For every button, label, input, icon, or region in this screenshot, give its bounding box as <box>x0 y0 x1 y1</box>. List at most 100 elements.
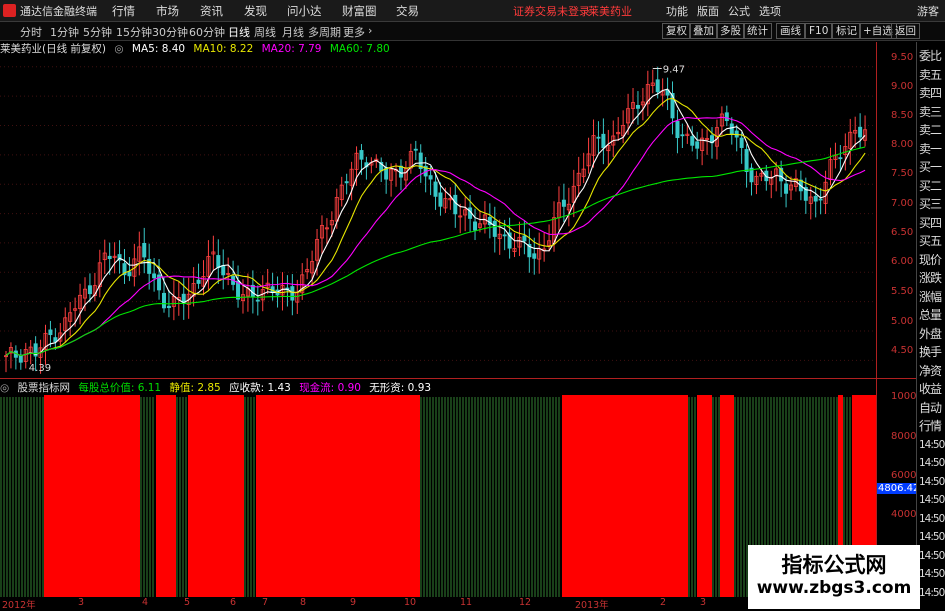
side-panel-label: 买一 <box>919 160 942 174</box>
date-tick: 5 <box>184 597 191 608</box>
candle <box>107 255 112 260</box>
adjust-button[interactable]: 复权 <box>662 23 691 39</box>
date-tick: 6 <box>230 597 237 608</box>
candle <box>838 157 843 160</box>
price-tick: 8.00 <box>891 139 914 150</box>
tab-more[interactable]: 更多 <box>343 24 365 40</box>
date-tick: 3 <box>78 597 85 608</box>
side-panel-label: 卖三 <box>919 104 942 119</box>
statistics-button[interactable]: 统计 <box>743 23 772 39</box>
price-info-line: 莱美药业(日线 前复权) ◎ MA5: 8.40 MA10: 8.22 MA20… <box>0 41 395 55</box>
date-tick: 3 <box>700 597 707 608</box>
candle <box>813 195 818 202</box>
candle <box>166 305 171 309</box>
login-status[interactable]: 证券交易未登录 <box>513 3 590 19</box>
menu-item[interactable]: 问小达 <box>287 3 322 19</box>
side-panel-label: 委比 <box>919 49 942 63</box>
candle <box>522 235 527 242</box>
ma20-line <box>5 116 866 357</box>
date-tick: 2 <box>660 597 667 608</box>
price-tick: 5.50 <box>891 286 914 297</box>
menu-item-formula[interactable]: 公式 <box>728 3 750 19</box>
date-tick: 7 <box>262 597 269 608</box>
candle <box>601 133 606 149</box>
candle <box>413 148 418 151</box>
settings-gear-icon[interactable]: ◎ <box>114 43 123 55</box>
candle <box>724 112 729 122</box>
side-panel-label: 14:50 <box>919 475 945 488</box>
back-button[interactable]: 返回 <box>891 23 920 39</box>
candle <box>532 253 537 259</box>
menu-item[interactable]: 行情 <box>112 3 135 19</box>
menu-item[interactable]: 财富圈 <box>342 3 377 19</box>
tab-period[interactable]: 1分钟 <box>50 24 79 40</box>
price-tick: 9.50 <box>891 52 914 63</box>
indicator-field: 应收款: 1.43 <box>229 382 291 394</box>
price-tick: 6.50 <box>891 227 914 238</box>
tab-period[interactable]: 月线 <box>282 24 304 40</box>
side-panel-label: 14:50 <box>919 549 945 562</box>
price-tick: 6.00 <box>891 256 914 267</box>
app-logo-icon <box>3 4 16 17</box>
date-tick: 8 <box>300 597 307 608</box>
candle <box>87 285 92 295</box>
candle <box>359 150 364 160</box>
watermark-title: 指标公式网 <box>781 553 887 577</box>
multi-stock-button[interactable]: 多股 <box>716 23 745 39</box>
candle <box>690 136 695 146</box>
tab-period[interactable]: 60分钟 <box>189 24 225 40</box>
menu-item[interactable]: 资讯 <box>200 3 223 19</box>
date-tick: 10 <box>404 597 417 608</box>
menu-item-options[interactable]: 选项 <box>759 3 781 19</box>
tab-period[interactable]: 周线 <box>254 24 276 40</box>
indicator-red-block <box>44 395 140 597</box>
date-tick: 9 <box>350 597 357 608</box>
price-chart[interactable]: 9.47 4.39 <box>0 55 876 378</box>
candle <box>473 221 478 231</box>
candle <box>680 134 685 137</box>
tab-period[interactable]: 15分钟 <box>116 24 152 40</box>
tab-period[interactable]: 分时 <box>20 24 42 40</box>
tab-period[interactable]: 30分钟 <box>152 24 188 40</box>
menu-item[interactable]: 交易 <box>396 3 419 19</box>
menu-item-function[interactable]: 功能 <box>666 3 688 19</box>
indicator-field: 现金流: 0.90 <box>299 382 361 394</box>
menu-item[interactable]: 发现 <box>244 3 267 19</box>
tab-period[interactable]: 多周期 <box>308 24 341 40</box>
price-tick: 7.00 <box>891 198 914 209</box>
side-panel-label: 14:50 <box>919 512 945 525</box>
indicator-chart[interactable] <box>0 395 876 597</box>
mark-button[interactable]: 标记 <box>832 23 861 39</box>
side-panel-label: 卖五 <box>919 67 942 82</box>
tab-period[interactable]: 5分钟 <box>83 24 112 40</box>
indicator-settings-icon[interactable]: ◎ <box>0 382 9 394</box>
volume-tick: 6000 <box>891 470 917 481</box>
indicator-field: 静值: 2.85 <box>169 382 221 394</box>
side-panel-label: 14:50 <box>919 494 945 506</box>
candle <box>502 234 507 237</box>
guest-button[interactable]: 游客 <box>917 3 939 19</box>
overlay-button[interactable]: 叠加 <box>689 23 718 39</box>
side-panel-label: 涨幅 <box>919 289 942 304</box>
f10-button[interactable]: F10 <box>805 23 833 39</box>
candle <box>453 194 458 215</box>
side-panel-label: 买三 <box>919 197 942 211</box>
indicator-field: 每股总价值: 6.11 <box>78 382 162 394</box>
candle <box>48 329 53 336</box>
menu-item[interactable]: 市场 <box>156 3 179 19</box>
draw-line-button[interactable]: 画线 <box>776 23 805 39</box>
indicator-name: 股票指标网 <box>17 382 71 394</box>
side-panel-label: 收益 <box>919 382 942 396</box>
candle <box>744 149 749 172</box>
high-price-label: 9.47 <box>663 65 685 76</box>
volume-tick: 8000 <box>891 431 917 442</box>
price-tick: 9.00 <box>891 81 914 92</box>
menu-item-layout[interactable]: 版面 <box>697 3 719 19</box>
side-panel-label: 净资 <box>919 363 942 378</box>
tab-period-active[interactable]: 日线 <box>228 24 250 40</box>
candle <box>221 265 226 276</box>
price-tick: 8.50 <box>891 110 914 121</box>
indicator-red-block <box>562 395 688 597</box>
side-panel-label: 行情 <box>919 419 942 433</box>
indicator-field: 无形资: 0.93 <box>369 382 432 394</box>
